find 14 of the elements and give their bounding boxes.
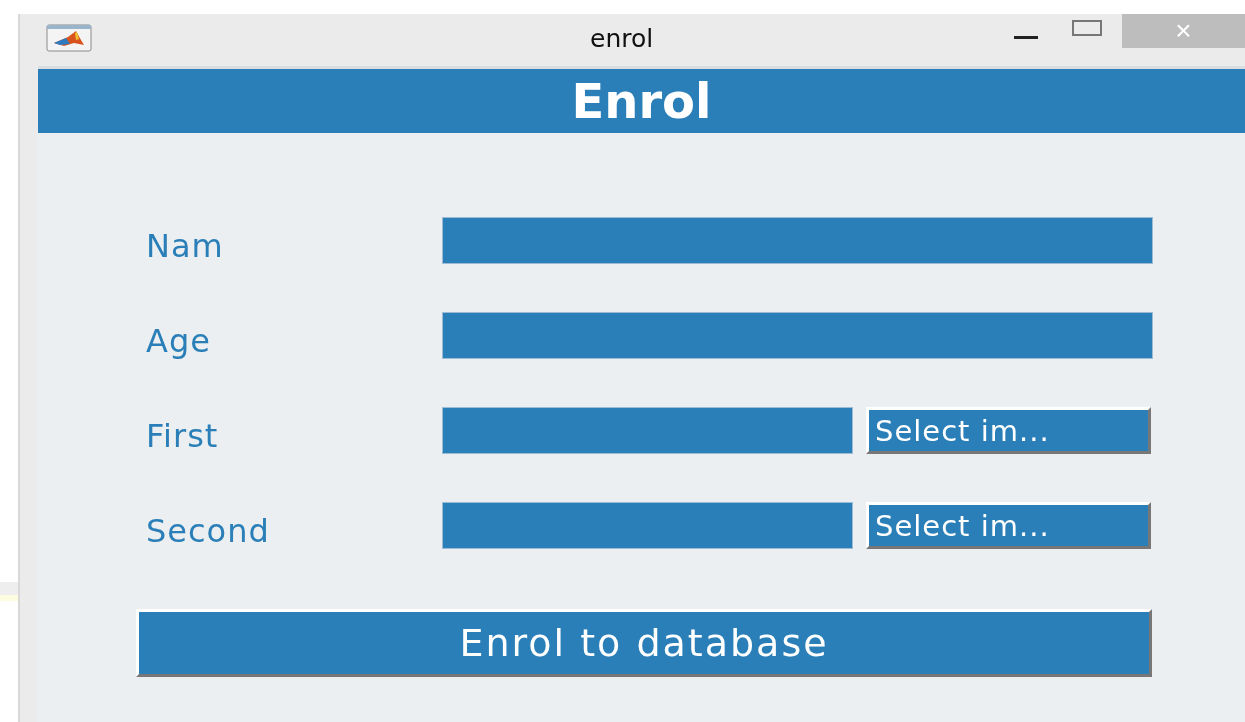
file-path-field[interactable] <box>442 407 853 454</box>
field-label: Second <box>146 510 271 550</box>
select-image-button[interactable]: Select im... <box>866 407 1151 454</box>
select-image-button[interactable]: Select im... <box>866 502 1151 549</box>
input-field[interactable] <box>442 217 1153 264</box>
enrol-button[interactable]: Enrol to database <box>136 609 1152 677</box>
field-label: Age <box>146 320 212 360</box>
file-path-field[interactable] <box>442 502 853 549</box>
field-label: Nam <box>146 225 225 265</box>
form-header: Enrol <box>38 69 1245 133</box>
app-icon <box>46 24 92 52</box>
field-label: First <box>146 415 220 455</box>
input-field[interactable] <box>442 312 1153 359</box>
window-title: enrol <box>590 24 654 53</box>
